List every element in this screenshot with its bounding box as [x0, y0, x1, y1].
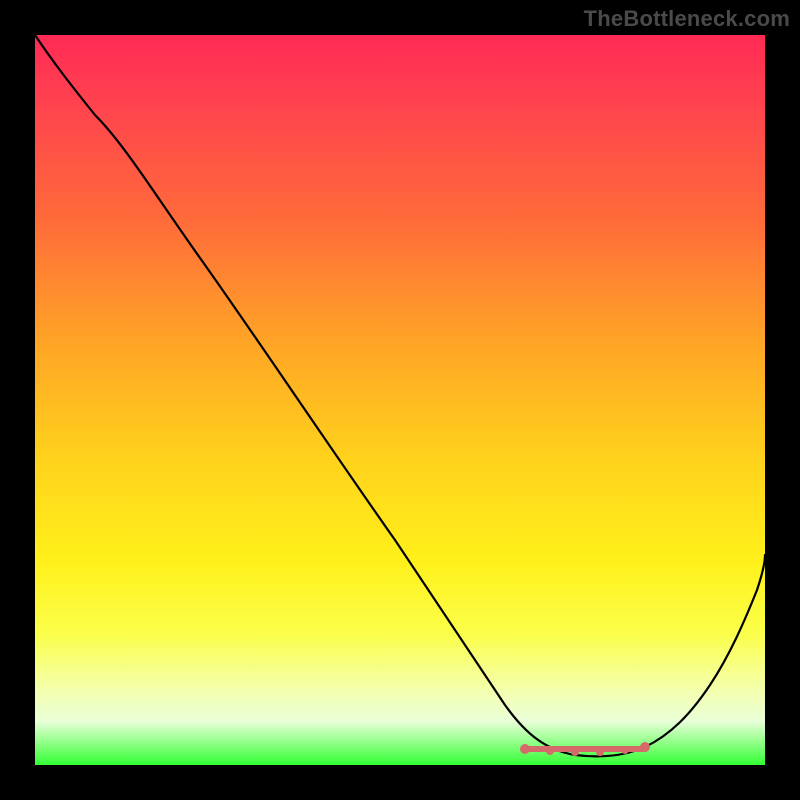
optimal-range-dot	[621, 746, 629, 754]
chart-frame: TheBottleneck.com	[0, 0, 800, 800]
optimal-range-dot	[546, 747, 554, 755]
optimal-range-dot	[520, 744, 530, 754]
optimal-range-dot	[571, 748, 579, 756]
optimal-range-dot	[596, 748, 604, 756]
plot-area	[35, 35, 765, 765]
optimal-range-dot	[640, 742, 650, 752]
chart-svg	[35, 35, 765, 765]
watermark-text: TheBottleneck.com	[584, 6, 790, 32]
bottleneck-curve	[35, 35, 765, 756]
